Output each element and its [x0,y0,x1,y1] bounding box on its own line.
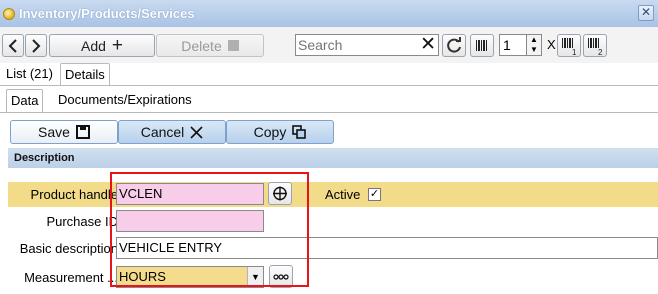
purchase-id-label: Purchase ID [46,214,118,229]
save-button[interactable]: Save [10,120,118,144]
refresh-button[interactable] [442,34,466,57]
basic-description-label: Basic description [19,241,118,256]
measurement-label: Measurement ... [24,270,118,285]
product-handle-field[interactable]: VCLEN [116,183,264,205]
next-button[interactable] [25,34,47,57]
window-titlebar: Inventory/Products/Services ✕ [0,0,658,27]
barcode-1-icon: 1 [562,38,577,57]
active-label: Active [325,187,361,202]
chevron-left-icon [8,38,17,53]
chevron-down-icon[interactable]: ▼ [247,267,263,287]
product-handle-label: Product handle [30,187,118,202]
quantity-field[interactable]: 1 [499,34,527,56]
row-purchase-id: Purchase ID [8,209,658,234]
multiply-label: X [547,37,556,52]
plus-icon: + [111,34,124,56]
copy-button[interactable]: Copy [226,120,334,144]
search-input[interactable] [296,35,416,55]
tab-documents-expirations[interactable]: Documents/Expirations [54,89,196,112]
window-title: Inventory/Products/Services [19,6,195,21]
barcode-2-button[interactable]: 2 [583,34,607,57]
barcode-button[interactable] [470,34,494,57]
tab-list[interactable]: List (21) [2,63,57,86]
row-measurement: Measurement ... HOURS ▼ [8,265,658,290]
cancel-x-icon [190,125,203,139]
chevron-right-icon [32,38,41,53]
search-field[interactable]: ✕ [295,34,439,56]
section-header-description: Description [8,148,658,168]
purchase-id-field[interactable] [116,210,264,232]
more-dots-icon [273,274,289,280]
clear-search-icon[interactable]: ✕ [420,35,436,55]
main-toolbar: Add + Delete ✕ 1 ▲▼ X 1 [0,27,658,63]
barcode-1-button[interactable]: 1 [557,34,581,57]
cancel-button-label: Cancel [140,124,185,140]
save-button-label: Save [38,124,70,140]
delete-button-label: Delete [181,37,222,54]
detail-tabs: Data Documents/Expirations [0,89,658,113]
main-tabs: List (21) Details [0,63,658,86]
add-button-label: Add [80,37,106,54]
close-icon[interactable]: ✕ [638,5,654,21]
basic-description-field[interactable]: VEHICLE ENTRY [116,237,658,259]
tab-details[interactable]: Details [60,63,110,86]
refresh-icon [447,37,461,53]
stop-icon [227,40,239,51]
crosshair-icon [273,186,287,201]
barcode-2-icon: 2 [588,38,603,57]
measurement-select[interactable]: HOURS ▼ [116,266,264,288]
delete-button[interactable]: Delete [156,34,264,57]
active-checkbox[interactable]: ✓ [368,188,381,201]
row-product-handle: Product handle VCLEN Active ✓ [8,182,658,207]
copy-button-label: Copy [253,124,287,140]
cancel-button[interactable]: Cancel [118,120,226,144]
barcode-icon [476,40,487,51]
lookup-button[interactable] [268,182,292,205]
app-icon [3,7,15,20]
measurement-value: HOURS [119,269,166,284]
svg-text:2: 2 [598,48,603,56]
svg-text:1: 1 [572,48,577,56]
floppy-disk-icon [75,125,90,139]
quantity-stepper[interactable]: ▲ ▼ [527,34,542,56]
previous-button[interactable] [2,34,24,57]
row-basic-description: Basic description VEHICLE ENTRY [8,236,658,261]
copy-icon [292,125,307,139]
action-bar: Save Cancel Copy [0,113,658,148]
tab-data[interactable]: Data [6,89,44,112]
add-button[interactable]: Add + [49,34,155,57]
measurement-more-button[interactable] [269,265,293,288]
tab-divider [0,85,658,86]
